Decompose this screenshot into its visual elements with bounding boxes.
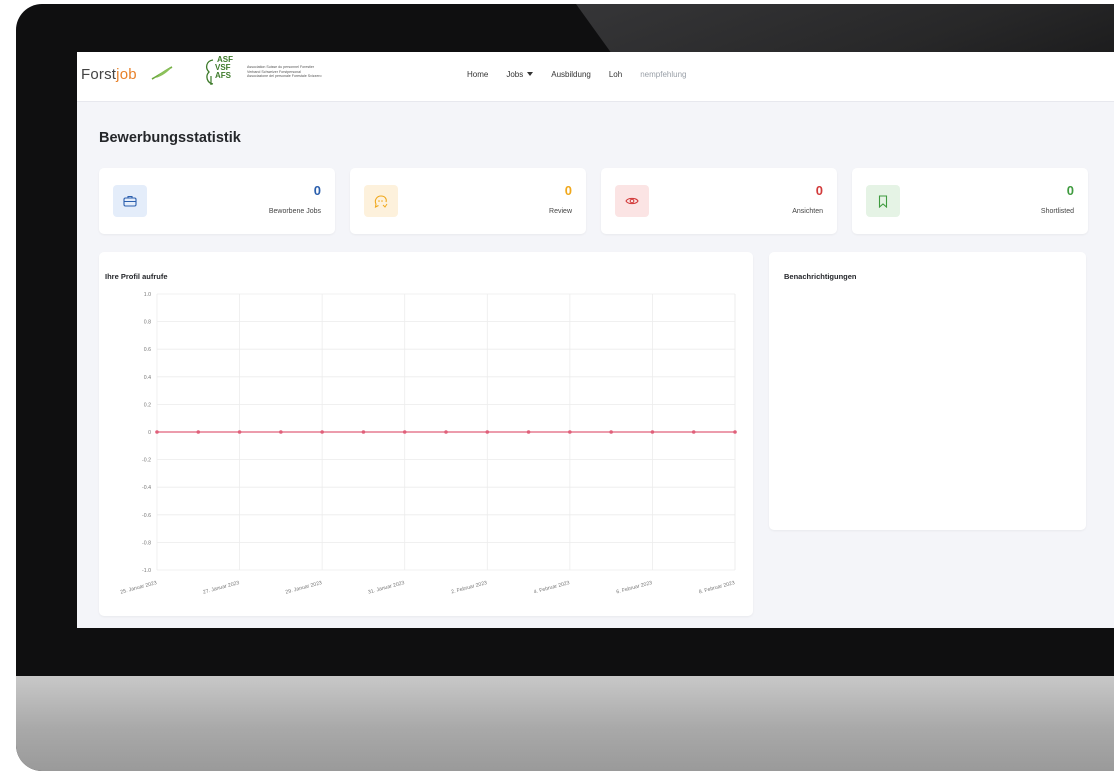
x-tick-label: 2. Februar 2023 (451, 580, 488, 595)
bookmark-icon (866, 185, 900, 217)
notifications-panel: Benachrichtigungen (769, 252, 1086, 530)
y-tick-label: -0.6 (142, 513, 151, 519)
data-point (568, 430, 572, 434)
asf-text: Association Suisse du personnel Forestie… (247, 65, 322, 78)
y-tick-label: -0.4 (142, 485, 151, 491)
stat-label: Ansichten (792, 208, 823, 215)
forstjob-logo[interactable]: Forstjob (81, 66, 137, 83)
briefcase-icon (113, 185, 147, 217)
brand-name-part2: job (116, 66, 137, 83)
x-tick-label: 8. Februar 2023 (698, 580, 735, 595)
data-point (237, 430, 242, 434)
data-point (650, 430, 655, 434)
y-tick-label: -1.0 (142, 568, 151, 574)
data-point (196, 430, 201, 434)
review-bubble-icon (364, 185, 398, 217)
y-tick-label: 0.4 (144, 375, 151, 381)
screen: Forstjob ASF VSF AFS Association Suisse … (77, 52, 1114, 628)
data-point (320, 430, 324, 434)
stat-card-shortlisted[interactable]: 0 Shortlisted (852, 168, 1088, 234)
y-tick-label: 0.8 (144, 320, 151, 326)
eye-icon (615, 185, 649, 217)
leaf-icon (151, 66, 173, 80)
x-tick-label: 4. Februar 2023 (533, 580, 570, 595)
asf-partner-logo: ASF VSF AFS Association Suisse du person… (203, 56, 363, 92)
page-title: Bewerbungsstatistik (99, 130, 241, 146)
stat-card-beworbene-jobs[interactable]: 0 Beworbene Jobs (99, 168, 335, 234)
x-tick-label: 27. Januar 2023 (202, 580, 240, 596)
stat-value: 0 (313, 183, 321, 198)
stat-value: 0 (564, 183, 572, 198)
main-menu: Home Jobs Ausbildung Loh nempfehlung (467, 70, 722, 79)
data-point (691, 430, 696, 434)
x-tick-label: 31. Januar 2023 (367, 580, 405, 596)
nav-lohnempfehlung[interactable]: Loh nempfehlung (609, 70, 705, 79)
stat-value: 0 (1066, 183, 1074, 198)
stat-card-ansichten[interactable]: 0 Ansichten (601, 168, 837, 234)
data-point (444, 430, 448, 434)
nav-home[interactable]: Home (467, 70, 488, 79)
y-tick-label: 0.2 (144, 402, 151, 408)
y-tick-label: 1.0 (144, 292, 151, 298)
x-tick-label: 25. Januar 2023 (120, 580, 158, 596)
y-tick-label: -0.8 (142, 540, 151, 546)
data-point (155, 430, 159, 434)
stat-label: Beworbene Jobs (268, 208, 321, 215)
stat-value: 0 (815, 183, 823, 198)
profile-views-chart: 1.0 0.8 0.6 0.4 0.2 0 -0.2 -0.4 -0.6 -0.8 -1.0 25. … (120, 292, 737, 596)
x-tick-label: 6. Februar 2023 (616, 580, 653, 595)
y-tick-label: 0.6 (144, 347, 151, 353)
nav-ausbildung[interactable]: Ausbildung (551, 70, 591, 79)
notifications-title: Benachrichtigungen (784, 272, 857, 281)
data-point (361, 430, 366, 434)
monitor-frame: Forstjob ASF VSF AFS Association Suisse … (16, 4, 1114, 771)
y-tick-label: -0.2 (142, 458, 151, 464)
data-point (526, 430, 531, 434)
brand-name-part1: Forst (81, 66, 117, 83)
data-point (609, 430, 613, 434)
data-point (733, 430, 737, 434)
data-point (402, 430, 407, 434)
stat-card-review[interactable]: 0 Review (350, 168, 586, 234)
tree-logo-icon (206, 59, 214, 85)
data-point (485, 430, 490, 434)
y-tick-label: 0 (148, 430, 151, 436)
top-navbar: Forstjob ASF VSF AFS Association Suisse … (77, 52, 1114, 102)
monitor-chin (16, 676, 1114, 771)
stat-label: Review (549, 208, 572, 215)
stat-label: Shortlisted (1040, 208, 1074, 215)
data-point (279, 430, 283, 434)
x-tick-label: 29. Januar 2023 (285, 580, 323, 596)
nav-jobs-dropdown[interactable]: Jobs (506, 70, 533, 79)
profile-views-panel: Ihre Profil aufrufe 1.0 0.8 0.6 0.4 0.2 0 -0.2… (99, 252, 753, 616)
